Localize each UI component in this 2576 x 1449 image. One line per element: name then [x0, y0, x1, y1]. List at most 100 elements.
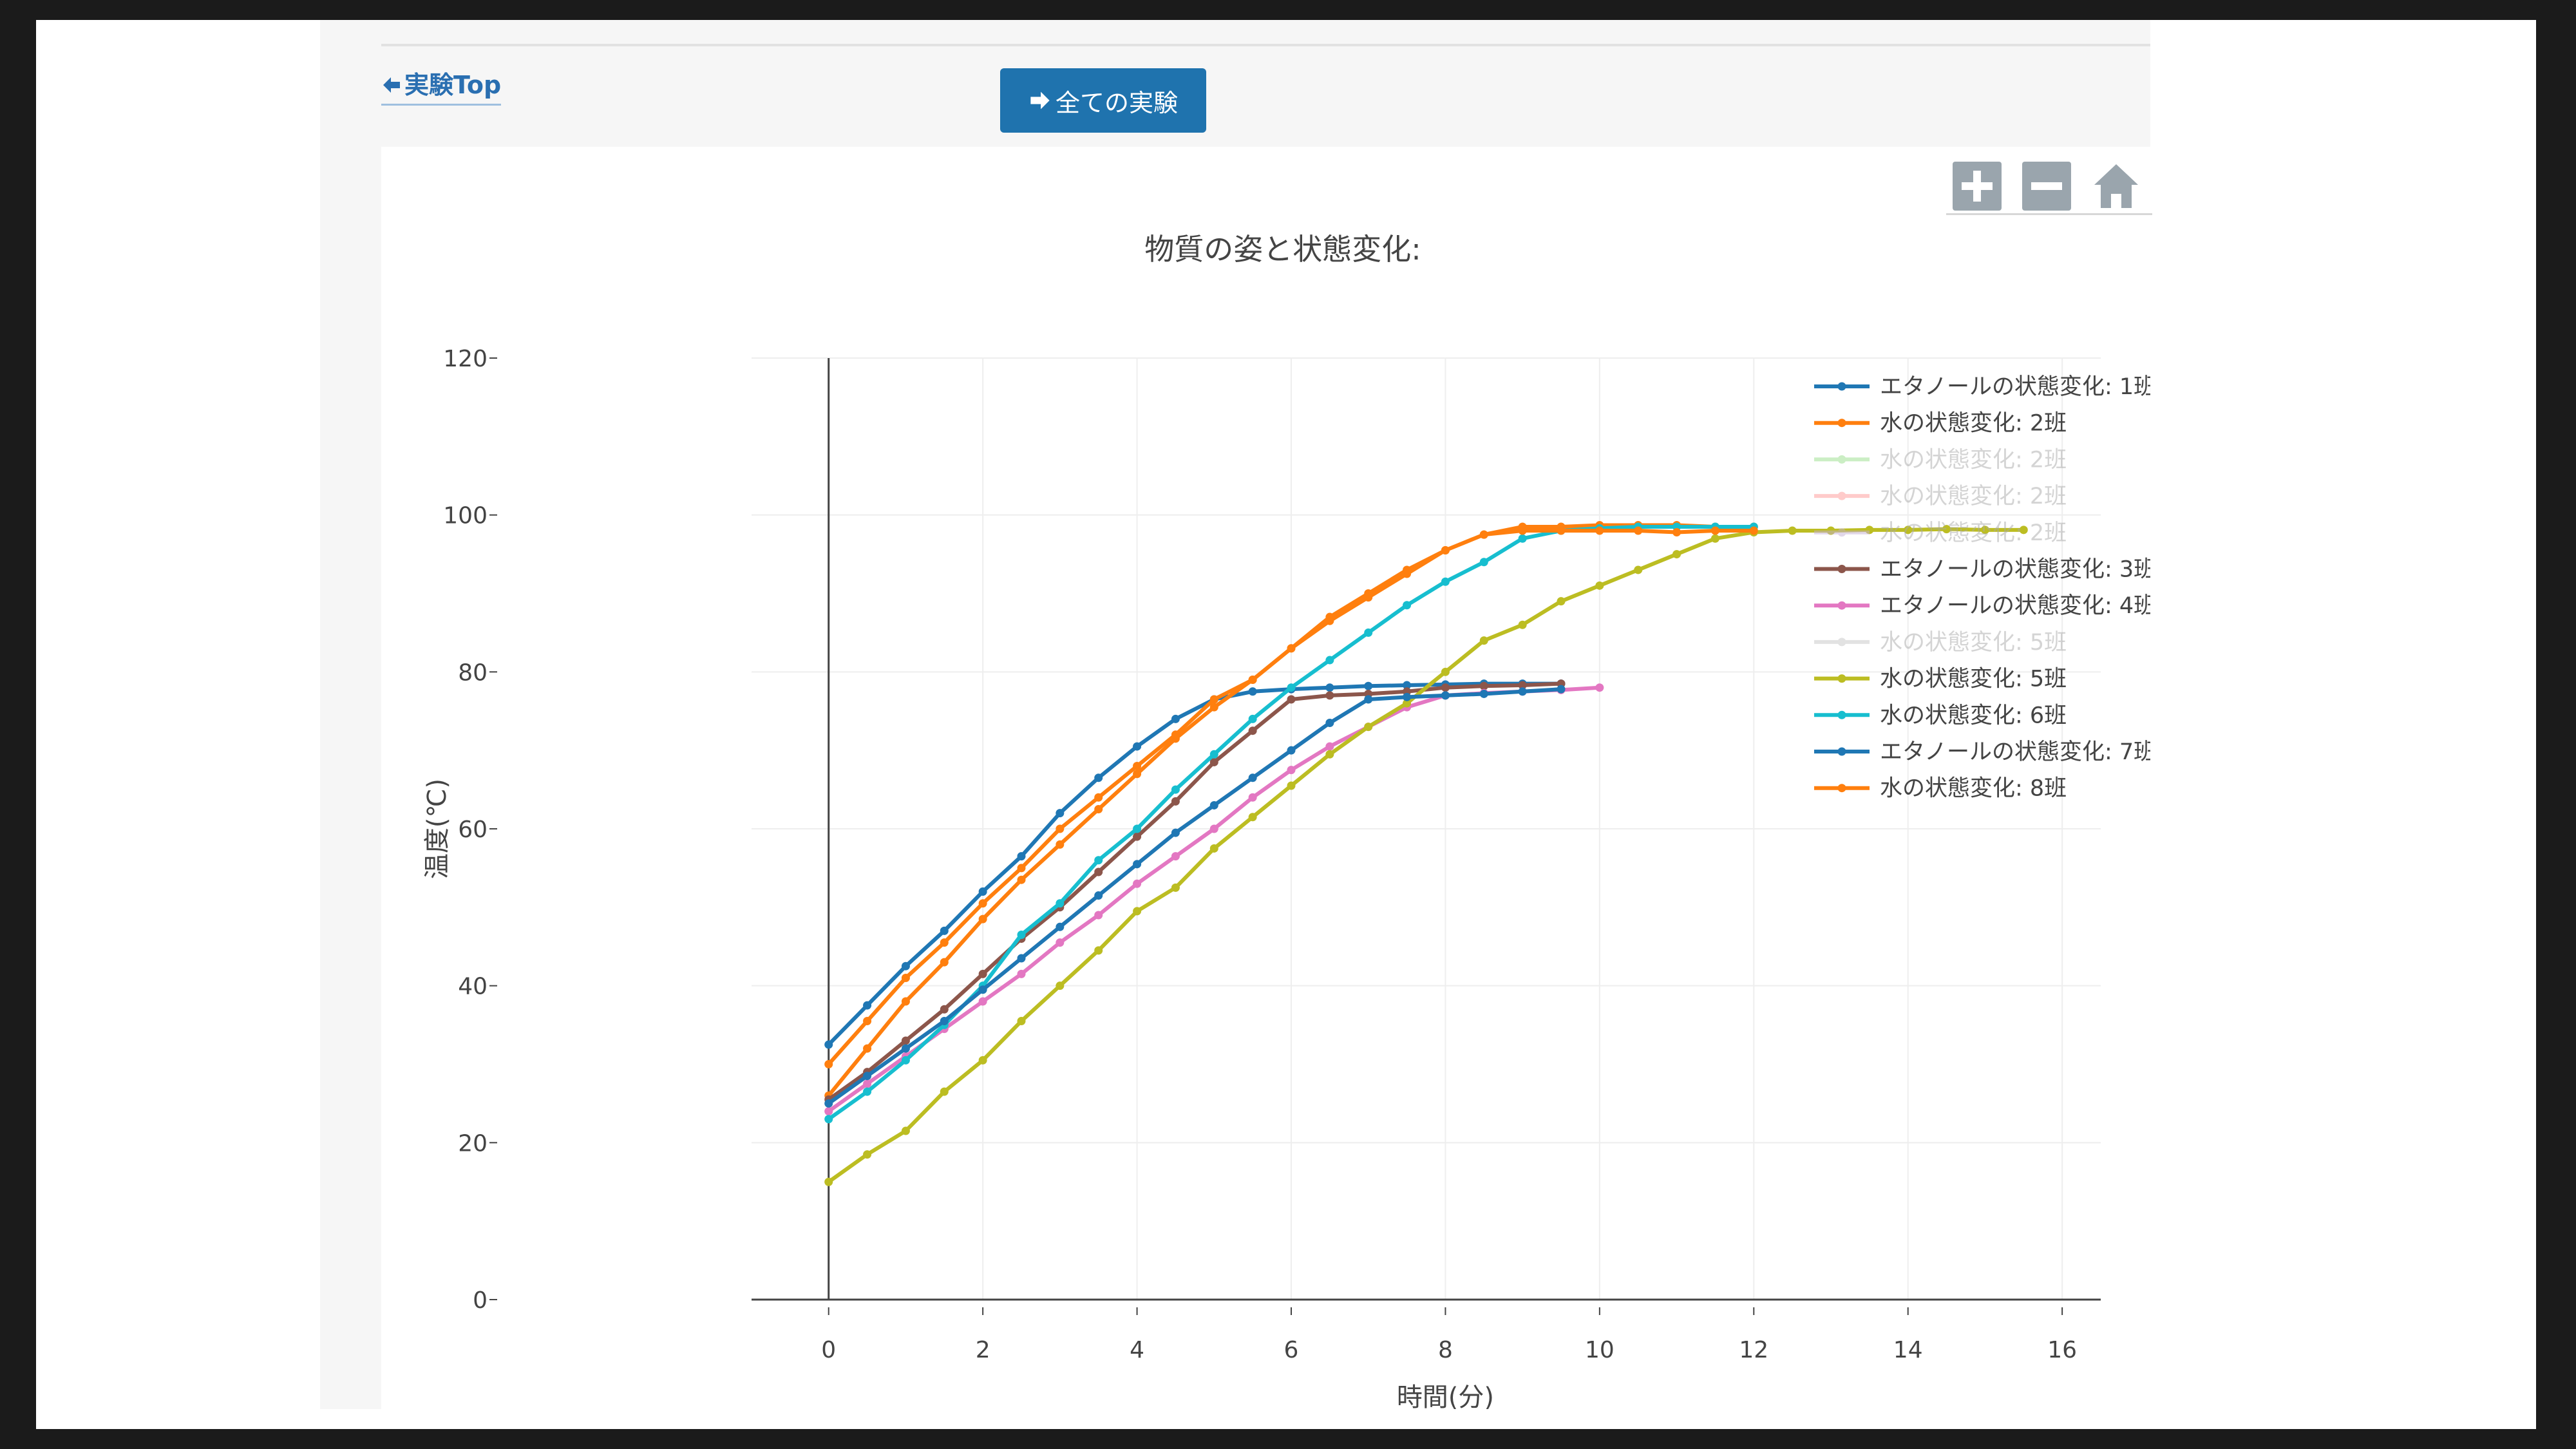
data-point	[1248, 726, 1257, 735]
legend-item[interactable]: エタノールの状態変化: 7班	[1814, 739, 2150, 765]
data-point	[1325, 656, 1334, 665]
data-point	[1017, 875, 1026, 884]
data-point	[1287, 695, 1296, 704]
data-point	[1133, 742, 1142, 751]
data-point	[1017, 930, 1026, 939]
legend-label: 水の状態変化: 5班	[1880, 667, 2067, 692]
all-experiments-button[interactable]: 全ての実験	[1000, 68, 1206, 133]
data-point	[978, 899, 987, 908]
legend-item[interactable]: エタノールの状態変化: 3班	[1814, 557, 2150, 583]
data-point	[1056, 938, 1065, 947]
data-point	[1518, 620, 1527, 629]
legend-label: エタノールの状態変化: 7班	[1880, 739, 2150, 765]
data-point	[1056, 824, 1065, 833]
data-point	[940, 1016, 949, 1025]
legend-marker	[1837, 565, 1846, 573]
data-point	[1133, 770, 1142, 779]
legend-item[interactable]: 水の状態変化: 2班	[1814, 411, 2067, 437]
legend-item[interactable]: 水の状態変化: 5班	[1814, 667, 2067, 692]
data-point	[1094, 911, 1103, 920]
legend-label: 水の状態変化: 2班	[1880, 520, 2067, 546]
legend-item[interactable]: 水の状態変化: 5班	[1814, 630, 2067, 656]
data-point	[1133, 879, 1142, 888]
data-point	[1133, 762, 1142, 771]
data-point	[1441, 545, 1450, 554]
data-point	[1248, 813, 1257, 822]
data-point	[1133, 907, 1142, 916]
data-point	[1094, 891, 1103, 900]
data-point	[1403, 601, 1412, 610]
data-point	[940, 938, 949, 947]
data-point	[863, 1044, 872, 1053]
data-point	[1056, 840, 1065, 849]
legend-item[interactable]: エタノールの状態変化: 4班	[1814, 593, 2150, 619]
legend-marker	[1837, 638, 1846, 647]
data-point	[1325, 750, 1334, 759]
x-axis-title: 時間(分)	[1397, 1383, 1494, 1409]
data-point	[1171, 785, 1180, 794]
legend-marker	[1837, 747, 1846, 756]
data-point	[1325, 719, 1334, 728]
legend-item[interactable]: 水の状態変化: 2班	[1814, 520, 2067, 546]
data-point	[863, 1016, 872, 1025]
data-point	[1171, 797, 1180, 806]
data-point	[1441, 577, 1450, 586]
legend-item[interactable]: 水の状態変化: 8班	[1814, 776, 2067, 802]
legend-marker	[1837, 491, 1846, 500]
arrow-left-icon	[383, 77, 400, 93]
legend-item[interactable]: 水の状態変化: 2班	[1814, 447, 2067, 473]
data-point	[901, 1036, 910, 1045]
data-point	[1094, 946, 1103, 955]
data-point	[1248, 773, 1257, 782]
x-tick-label: 4	[1130, 1337, 1144, 1363]
data-series	[824, 679, 1566, 1104]
data-point	[1364, 723, 1373, 732]
data-point	[1672, 550, 1681, 559]
data-point	[1710, 526, 1719, 535]
data-point	[1287, 781, 1296, 790]
y-tick-label: 120	[443, 346, 488, 372]
data-point	[1403, 565, 1412, 574]
data-point	[1479, 636, 1488, 645]
legend-label: エタノールの状態変化: 3班	[1880, 557, 2150, 583]
data-point	[978, 985, 987, 994]
legend-item[interactable]: 水の状態変化: 6班	[1814, 703, 2067, 728]
data-point	[1017, 852, 1026, 861]
data-point	[1171, 883, 1180, 892]
data-point	[1325, 612, 1334, 621]
divider	[381, 44, 2150, 46]
data-point	[1557, 597, 1566, 606]
legend-marker	[1837, 784, 1846, 793]
data-point	[1287, 644, 1296, 653]
data-point	[1248, 687, 1257, 696]
back-to-experiment-top-link[interactable]: 実験Top	[381, 66, 502, 106]
data-point	[1094, 867, 1103, 876]
data-point	[1518, 534, 1527, 543]
data-point	[1171, 828, 1180, 837]
data-point	[1094, 805, 1103, 814]
data-point	[1209, 824, 1218, 833]
data-point	[1017, 954, 1026, 963]
series-line	[827, 687, 1562, 1105]
legend-item[interactable]: 水の状態変化: 2班	[1814, 484, 2067, 509]
legend-item[interactable]: エタノールの状態変化: 1班	[1814, 374, 2150, 400]
data-point	[1788, 526, 1797, 535]
data-point	[1595, 581, 1604, 590]
data-point	[863, 1072, 872, 1081]
data-point	[824, 1060, 833, 1068]
zoom-out-button[interactable]	[2022, 162, 2071, 211]
data-point	[940, 1087, 949, 1096]
minus-square-icon	[2022, 162, 2071, 211]
x-tick-label: 16	[2047, 1337, 2077, 1363]
data-point	[1248, 714, 1257, 723]
legend-marker	[1837, 674, 1846, 683]
chart-title: 物質の姿と状態変化:	[1144, 232, 1421, 267]
data-point	[1133, 860, 1142, 869]
data-point	[1364, 681, 1373, 690]
data-point	[978, 887, 987, 896]
data-point	[1094, 773, 1103, 782]
data-point	[1017, 864, 1026, 873]
reset-axes-button[interactable]	[2092, 162, 2141, 211]
series-line	[827, 681, 1561, 1046]
zoom-in-button[interactable]	[1953, 162, 2002, 211]
